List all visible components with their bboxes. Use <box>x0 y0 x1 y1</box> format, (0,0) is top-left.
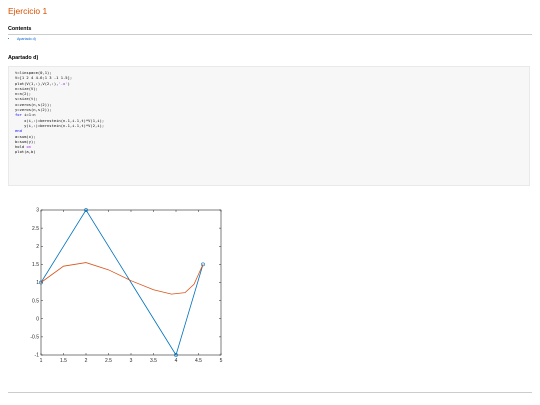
y-tick-label: 1 <box>36 280 39 286</box>
toc-item: Apartado d) <box>17 37 36 41</box>
page: Ejercicio 1 Contents Apartado d) Apartad… <box>0 0 540 405</box>
x-tick-label: 2 <box>85 358 88 364</box>
x-tick-label: 1 <box>40 358 43 364</box>
x-tick-label: 3.5 <box>150 358 157 364</box>
page-title: Ejercicio 1 <box>8 6 48 16</box>
y-tick-label: 2 <box>36 244 39 250</box>
x-tick-label: 5 <box>220 358 223 364</box>
table-of-contents: Apartado d) <box>8 37 36 41</box>
y-tick-label: 0 <box>36 316 39 322</box>
code-keyword: end <box>15 128 22 134</box>
x-tick-label: 4 <box>175 358 178 364</box>
footer-divider <box>8 392 532 393</box>
line-chart: 1 1.5 2 2.5 3 3.5 4 4.5 5 -1 -0.5 0 0.5 1 1.5 2 2.5 3 <box>30 208 223 364</box>
figure: 1 1.5 2 2.5 3 3.5 4 4.5 5 -1 -0.5 0 0.5 1 1.5 2 2.5 3 <box>28 206 238 368</box>
x-tick-label: 1.5 <box>60 358 67 364</box>
code-token: plot(V(1,:),V(2,:), <box>15 80 59 86</box>
y-tick-label: 2.5 <box>32 226 39 232</box>
y-tick-label: 0.5 <box>32 298 39 304</box>
contents-heading: Contents <box>8 26 32 32</box>
code-token: hold <box>15 144 27 150</box>
y-tick-label: 3 <box>36 208 39 214</box>
x-tick-label: 4.5 <box>195 358 202 364</box>
y-tick-label: 1.5 <box>32 262 39 268</box>
y-tick-label: -0.5 <box>30 335 39 341</box>
code-token: i=1:n <box>21 112 36 118</box>
code-string: on <box>26 144 32 150</box>
y-tick-label: -1 <box>35 353 40 359</box>
section-heading: Apartado d) <box>8 55 39 61</box>
x-tick-label: 3 <box>130 358 133 364</box>
code-token: ) <box>67 80 70 86</box>
code-block: t=linspace(0,1); V=[1 2 4 4.6;1 3 -1 1.5]… <box>8 66 530 186</box>
code-line: plot(a,b) <box>15 149 36 155</box>
code-keyword: for <box>15 112 22 118</box>
x-tick-label: 2.5 <box>105 358 112 364</box>
divider <box>8 34 532 35</box>
code-string: '-o' <box>58 80 68 86</box>
toc-link-apartado-d[interactable]: Apartado d) <box>17 37 36 41</box>
